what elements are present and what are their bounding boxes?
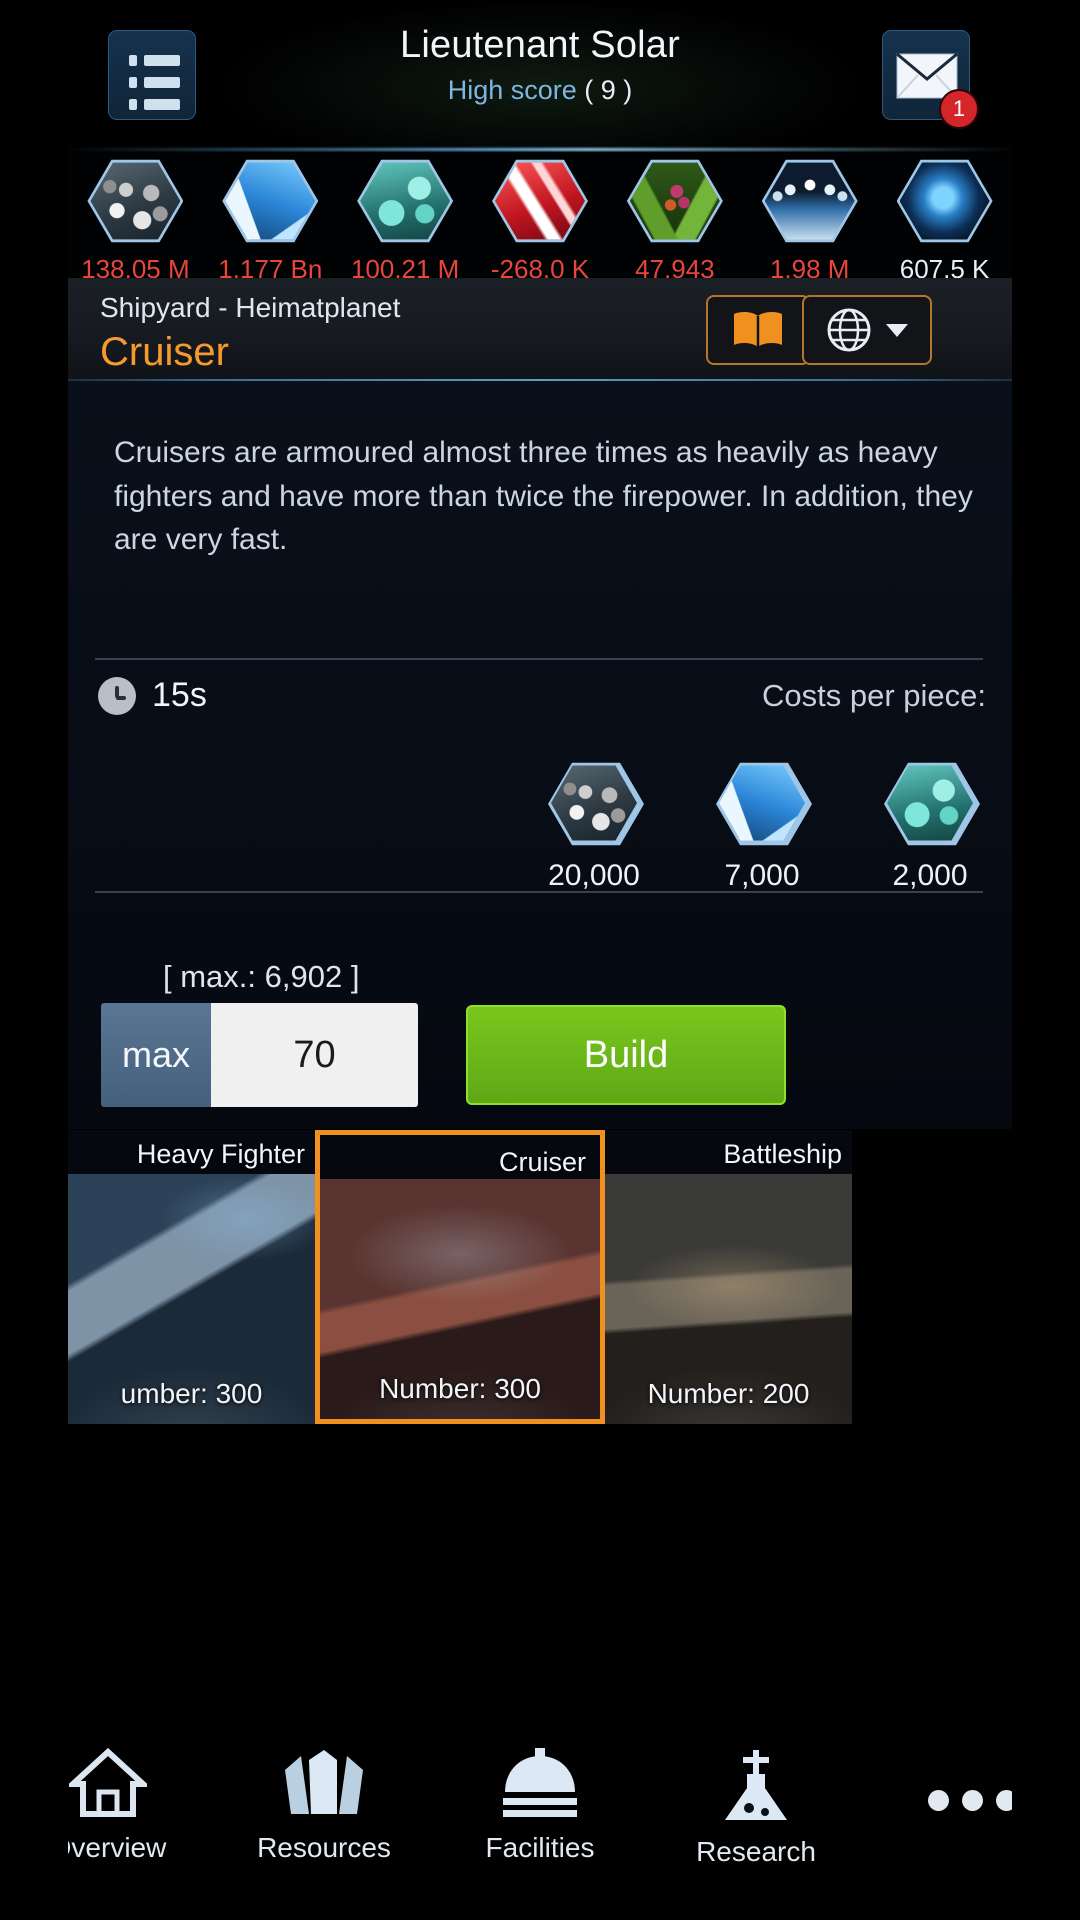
globe-icon <box>827 308 871 352</box>
ship-card-name: Battleship <box>723 1139 842 1169</box>
cost-deuterium: 2,000 <box>870 761 990 893</box>
ship-card-count: umber: 300 <box>120 1378 263 1409</box>
build-controls: max 70 Build <box>101 1003 989 1107</box>
caret-down-icon <box>886 323 908 337</box>
resource-dark-matter[interactable]: 607.5 K <box>877 152 1012 284</box>
cost-value: 7,000 <box>724 859 800 892</box>
ship-carousel[interactable]: Heavy Fighter umber: 300 Cruiser Number:… <box>68 1129 1012 1425</box>
ship-card-cruiser[interactable]: Cruiser Number: 300 <box>315 1130 605 1424</box>
ship-card-name: Heavy Fighter <box>136 1139 305 1169</box>
cost-value: 20,000 <box>548 859 640 892</box>
flask-icon <box>725 1750 787 1820</box>
costs-list: 20,000 7,000 2,000 <box>534 761 990 893</box>
build-button[interactable]: Build <box>466 1005 786 1105</box>
high-score-value: ( 9 ) <box>584 75 633 105</box>
info-book-button[interactable] <box>706 295 810 365</box>
top-bar: Lieutenant Solar High score ( 9 ) 1 <box>0 0 1080 151</box>
nav-label: Research <box>696 1836 816 1867</box>
max-button[interactable]: max <box>101 1003 211 1107</box>
open-book-icon <box>734 311 782 347</box>
home-icon <box>69 1748 147 1817</box>
build-time-row: 15s Costs per piece: <box>98 676 986 715</box>
mail-button[interactable]: 1 <box>882 30 979 129</box>
header-glow-divider <box>60 148 1020 151</box>
page-title: Cruiser <box>100 330 229 374</box>
ship-card-count: Number: 200 <box>647 1378 810 1409</box>
nav-item-facilities[interactable]: Facilities <box>432 1748 648 1864</box>
ship-description: Cruisers are armoured almost three times… <box>114 436 973 556</box>
build-time: 15s <box>152 676 207 714</box>
ship-card-battleship[interactable]: Battleship Number: 200 <box>605 1130 852 1424</box>
bottom-navigation: Overview Resources Facilities Research <box>0 1730 1080 1920</box>
ship-card-count: Number: 300 <box>379 1373 541 1404</box>
resource-food[interactable]: 47,943 <box>607 152 742 284</box>
shipyard-header: Shipyard - Heimatplanet Cruiser <box>0 278 1080 381</box>
factory-icon <box>503 1748 577 1817</box>
ship-detail-panel: Cruisers are armoured almost three times… <box>68 381 1012 1129</box>
quantity-input[interactable]: 70 <box>211 1003 418 1107</box>
nav-item-resources[interactable]: Resources <box>216 1748 432 1864</box>
left-rail <box>0 0 68 1920</box>
divider-bottom <box>95 891 983 893</box>
crystal-icon <box>285 1750 363 1814</box>
divider-top <box>95 658 983 660</box>
resource-deuterium[interactable]: 100.21 M <box>338 152 473 284</box>
clock-icon <box>98 676 136 715</box>
metal-icon <box>87 158 184 244</box>
cost-metal: 20,000 <box>534 761 654 893</box>
max-quantity-label: [ max.: 6,902 ] <box>163 959 360 994</box>
nav-label: Facilities <box>485 1832 595 1863</box>
language-select-button[interactable] <box>802 295 932 365</box>
resource-crystal[interactable]: 1.177 Bn <box>203 152 338 284</box>
resource-energy[interactable]: -268.0 K <box>473 152 608 284</box>
more-dots-icon <box>927 1790 1017 1811</box>
food-icon <box>626 158 723 244</box>
deuterium-icon <box>357 158 454 244</box>
resource-metal[interactable]: 138.05 M <box>68 152 203 284</box>
nav-label: Resources <box>257 1832 391 1863</box>
dark-matter-icon <box>896 158 993 244</box>
crystal-icon <box>716 761 812 846</box>
app-screen: Lieutenant Solar High score ( 9 ) 1 138.… <box>0 0 1080 1920</box>
ship-card-heavy-fighter[interactable]: Heavy Fighter umber: 300 <box>68 1130 315 1424</box>
ship-card-name: Cruiser <box>498 1147 586 1177</box>
resource-population[interactable]: 1.98 M <box>742 152 877 284</box>
cost-value: 2,000 <box>892 859 968 892</box>
breadcrumb: Shipyard - Heimatplanet <box>100 292 401 323</box>
resource-bar: 138.05 M 1.177 Bn 100.21 M -268.0 K 47,9… <box>68 152 1012 284</box>
nav-item-research[interactable]: Research <box>648 1748 864 1868</box>
mail-badge: 1 <box>939 89 979 129</box>
costs-label: Costs per piece: <box>762 677 986 713</box>
high-score-label: High score <box>447 75 577 105</box>
crystal-icon <box>222 158 319 244</box>
cost-crystal: 7,000 <box>702 761 822 893</box>
energy-icon <box>492 158 588 244</box>
population-icon <box>761 158 858 244</box>
right-rail <box>1012 0 1080 1920</box>
metal-icon <box>548 761 644 846</box>
deuterium-icon <box>884 761 980 846</box>
